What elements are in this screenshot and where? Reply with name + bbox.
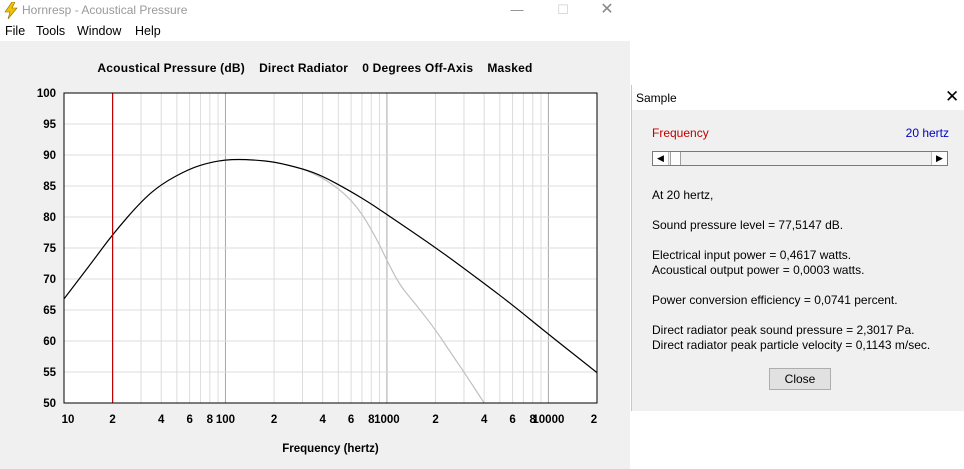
x-tick-label: 100 xyxy=(216,414,235,426)
y-tick-label: 80 xyxy=(43,212,56,224)
x-tick-label: 2 xyxy=(271,414,277,426)
y-tick-label: 55 xyxy=(43,367,56,379)
y-tick-label: 75 xyxy=(43,243,56,255)
y-tick-label: 90 xyxy=(43,150,56,162)
x-tick-label: 2 xyxy=(591,414,597,426)
y-tick-label: 70 xyxy=(43,274,56,286)
y-tick-label: 100 xyxy=(37,88,56,100)
x-tick-label: 4 xyxy=(481,414,488,426)
scroll-left-arrow-icon[interactable]: ◀ xyxy=(653,152,669,165)
result-intro: At 20 hertz, xyxy=(652,188,714,202)
frequency-value: 20 hertz xyxy=(905,126,949,140)
scroll-thumb[interactable] xyxy=(670,152,681,165)
acoustical-pressure-chart[interactable]: 1009590858075706560555010 2 4 6 8 100 2 4 6 8 1000… xyxy=(0,0,630,469)
x-tick-label: 1000 xyxy=(374,414,400,426)
peak-particle-velocity: Direct radiator peak particle velocity =… xyxy=(652,338,931,352)
acoustical-output-power: Acoustical output power = 0,0003 watts. xyxy=(652,263,865,277)
y-tick-label: 95 xyxy=(43,119,56,131)
x-tick-label: 2 xyxy=(109,414,115,426)
x-tick-label: 6 xyxy=(348,414,354,426)
sample-dialog: Sample ✕ Frequency 20 hertz ◀ ▶ At 20 he… xyxy=(631,85,964,411)
x-tick-label: 2 xyxy=(432,414,438,426)
x-tick-label: 10000 xyxy=(532,414,564,426)
power-conversion-efficiency: Power conversion efficiency = 0,0741 per… xyxy=(652,293,898,307)
y-tick-label: 60 xyxy=(43,336,56,348)
x-tick-label: 10 xyxy=(62,414,75,426)
peak-sound-pressure: Direct radiator peak sound pressure = 2,… xyxy=(652,323,915,337)
x-tick-label: 8 xyxy=(207,414,214,426)
sound-pressure-level: Sound pressure level = 77,5147 dB. xyxy=(652,218,844,232)
close-button[interactable]: Close xyxy=(769,368,831,390)
x-tick-label: 4 xyxy=(319,414,326,426)
y-tick-label: 85 xyxy=(43,181,56,193)
frequency-scrollbar[interactable]: ◀ ▶ xyxy=(652,151,948,166)
y-tick-label: 50 xyxy=(43,398,56,410)
x-axis-label: Frequency (hertz) xyxy=(282,443,379,455)
x-tick-label: 6 xyxy=(186,414,192,426)
x-tick-label: 6 xyxy=(509,414,515,426)
dialog-title-bar[interactable]: Sample ✕ xyxy=(632,85,964,110)
scroll-right-arrow-icon[interactable]: ▶ xyxy=(931,152,947,165)
electrical-input-power: Electrical input power = 0,4617 watts. xyxy=(652,248,852,262)
dialog-title: Sample xyxy=(636,91,677,105)
main-window: Hornresp - Acoustical Pressure — ☐ ✕ Fil… xyxy=(0,0,630,469)
close-icon[interactable]: ✕ xyxy=(945,87,959,107)
frequency-label: Frequency xyxy=(652,126,709,140)
x-tick-label: 4 xyxy=(158,414,165,426)
y-tick-label: 65 xyxy=(43,305,56,317)
